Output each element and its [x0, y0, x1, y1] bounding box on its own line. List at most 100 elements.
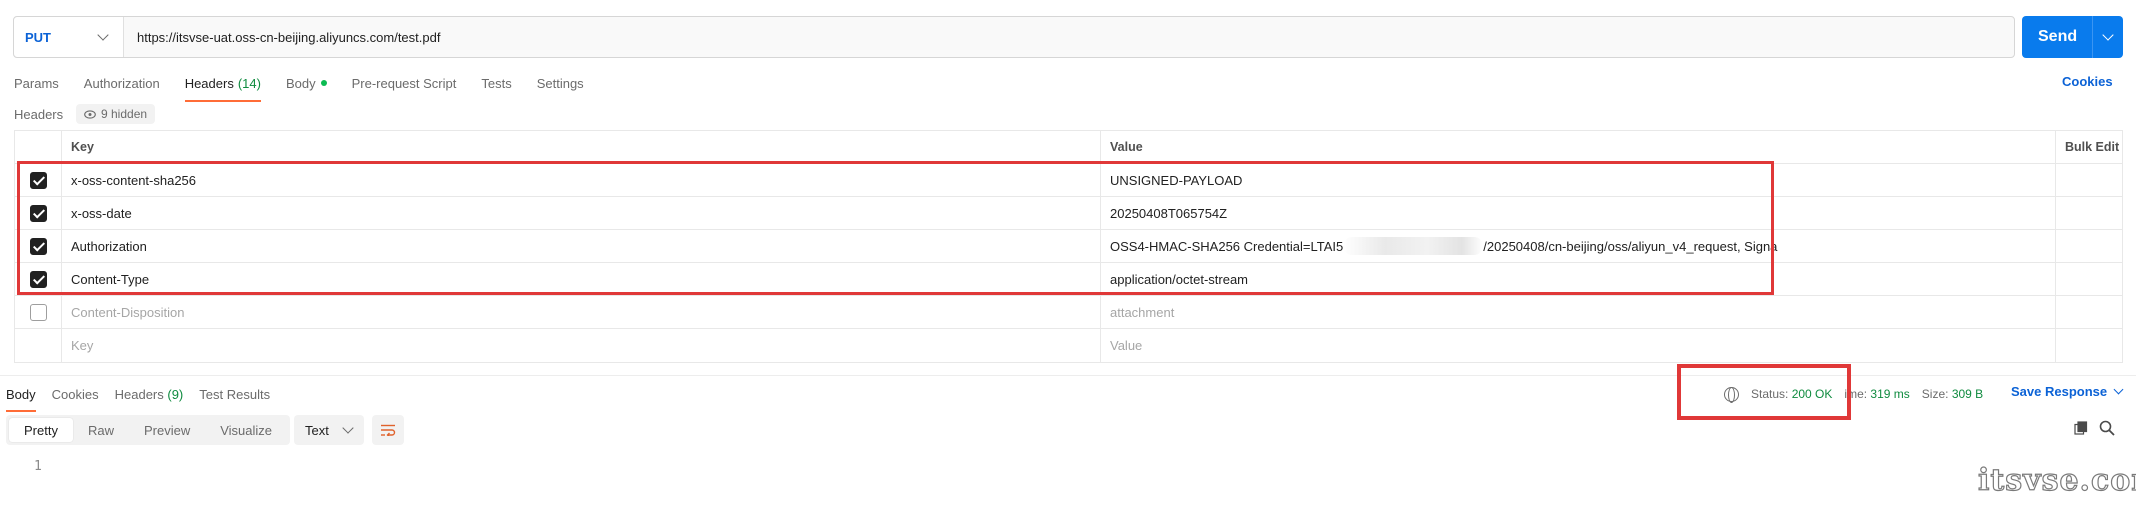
- size-label: Size:: [1921, 387, 1949, 401]
- row-extra-cell: [2056, 197, 2122, 229]
- row-extra-cell: [2056, 329, 2122, 362]
- header-key-field[interactable]: Authorization: [62, 230, 1101, 262]
- header-value-field[interactable]: attachment: [1101, 296, 2056, 328]
- row-check-cell: [15, 329, 62, 362]
- time-info[interactable]: ime: 319 ms: [1844, 387, 1909, 401]
- table-row: Content-Type application/octet-stream: [15, 263, 2122, 296]
- header-key-field[interactable]: Content-Disposition: [62, 296, 1101, 328]
- format-label: Text: [305, 422, 329, 438]
- row-check-cell: [15, 230, 62, 262]
- save-response-label: Save Response: [2011, 384, 2108, 399]
- table-row: x-oss-date 20250408T065754Z: [15, 197, 2122, 230]
- header-checkbox[interactable]: [29, 204, 47, 222]
- chevron-down-icon: [2113, 384, 2124, 395]
- new-key-input[interactable]: Key: [62, 329, 1101, 362]
- chevron-down-icon: [342, 422, 354, 434]
- resp-tab-headers-count: (9): [167, 386, 184, 402]
- header-checkbox[interactable]: [29, 270, 47, 288]
- tab-headers-label: Headers: [184, 75, 234, 91]
- eye-icon: [84, 109, 96, 119]
- tab-authorization[interactable]: Authorization: [84, 72, 160, 94]
- row-extra-cell: [2056, 164, 2122, 196]
- row-check-cell: [15, 263, 62, 295]
- response-status-bar: Status: 200 OK ime: 319 ms Size: 309 B: [1724, 383, 1983, 405]
- format-select[interactable]: Text: [294, 415, 364, 445]
- save-response-button[interactable]: Save Response: [2011, 384, 2124, 399]
- tab-tests[interactable]: Tests: [481, 72, 511, 94]
- bulk-edit-button[interactable]: Bulk Edit: [2056, 131, 2122, 163]
- header-value-field[interactable]: OSS4-HMAC-SHA256 Credential=LTAI5/202504…: [1101, 230, 2056, 262]
- watermark: itsvse.com: [1977, 462, 2136, 498]
- column-header-value: Value: [1101, 131, 2056, 163]
- resp-tab-test-results[interactable]: Test Results: [199, 383, 270, 405]
- row-check-cell: [15, 164, 62, 196]
- send-options-button[interactable]: [2093, 29, 2123, 41]
- header-checkbox[interactable]: [29, 237, 47, 255]
- tab-body[interactable]: Body: [286, 72, 327, 94]
- view-visualize[interactable]: Visualize: [205, 418, 287, 442]
- hidden-headers-toggle[interactable]: 9 hidden: [76, 104, 156, 124]
- copy-icon[interactable]: [2074, 421, 2088, 435]
- request-tabs: Params Authorization Headers (14) Body P…: [14, 72, 584, 102]
- tab-headers[interactable]: Headers (14): [184, 72, 262, 102]
- table-row-new: Key Value: [15, 329, 2122, 362]
- header-check-cell: [15, 131, 62, 163]
- tab-settings[interactable]: Settings: [537, 72, 584, 94]
- method-label: PUT: [25, 29, 51, 45]
- send-label: Send: [2038, 28, 2078, 45]
- hidden-headers-label: 9 hidden: [101, 107, 148, 121]
- tab-headers-count: (14): [237, 75, 261, 91]
- method-select[interactable]: PUT: [14, 17, 124, 57]
- time-label: ime:: [1844, 387, 1868, 401]
- time-value: 319 ms: [1870, 387, 1910, 401]
- header-key-field[interactable]: x-oss-date: [62, 197, 1101, 229]
- headers-table: Key Value Bulk Edit x-oss-content-sha256…: [14, 130, 2123, 363]
- globe-icon[interactable]: [1724, 386, 1739, 403]
- status-value: 200 OK: [1791, 387, 1833, 401]
- wrap-lines-button[interactable]: [372, 415, 404, 445]
- tab-body-label: Body: [285, 75, 316, 91]
- header-checkbox[interactable]: [29, 303, 47, 321]
- table-header-row: Key Value Bulk Edit: [15, 131, 2122, 164]
- header-checkbox[interactable]: [29, 171, 47, 189]
- column-header-key: Key: [62, 131, 1101, 163]
- line-number: 1: [34, 459, 42, 474]
- resp-tab-headers[interactable]: Headers (9): [115, 383, 184, 405]
- tab-prerequest-script[interactable]: Pre-request Script: [352, 72, 457, 94]
- search-icon[interactable]: [2099, 420, 2115, 436]
- wrap-lines-icon: [381, 424, 396, 436]
- new-value-input[interactable]: Value: [1101, 329, 2056, 362]
- header-value-field[interactable]: 20250408T065754Z: [1101, 197, 2056, 229]
- view-raw[interactable]: Raw: [73, 418, 129, 442]
- row-extra-cell: [2056, 230, 2122, 262]
- resp-tab-cookies[interactable]: Cookies: [52, 383, 99, 405]
- header-key-field[interactable]: Content-Type: [62, 263, 1101, 295]
- view-preview[interactable]: Preview: [129, 418, 205, 442]
- row-extra-cell: [2056, 263, 2122, 295]
- size-info[interactable]: Size: 309 B: [1922, 387, 1983, 401]
- size-value: 309 B: [1951, 387, 1984, 401]
- header-value-field[interactable]: UNSIGNED-PAYLOAD: [1101, 164, 2056, 196]
- cookies-link[interactable]: Cookies: [2062, 74, 2113, 89]
- chevron-down-icon: [97, 29, 109, 41]
- table-row: x-oss-content-sha256 UNSIGNED-PAYLOAD: [15, 164, 2122, 197]
- header-key-field[interactable]: x-oss-content-sha256: [62, 164, 1101, 196]
- active-dot-icon: [320, 80, 327, 86]
- status-info[interactable]: Status: 200 OK: [1751, 387, 1832, 401]
- status-label: Status:: [1751, 387, 1789, 401]
- tab-params[interactable]: Params: [14, 72, 59, 94]
- resp-tab-body[interactable]: Body: [6, 383, 36, 412]
- row-extra-cell: [2056, 296, 2122, 328]
- header-value-field[interactable]: application/octet-stream: [1101, 263, 2056, 295]
- auth-value-suffix: /20250408/cn-beijing/oss/aliyun_v4_reque…: [1483, 238, 1778, 254]
- redacted-blur: [1343, 237, 1484, 255]
- request-url-bar: PUT https://itsvse-uat.oss-cn-beijing.al…: [13, 16, 2015, 58]
- send-button[interactable]: Send: [2022, 16, 2123, 58]
- auth-value-prefix: OSS4-HMAC-SHA256 Credential=LTAI5: [1110, 238, 1344, 254]
- table-row: Content-Disposition attachment: [15, 296, 2122, 329]
- url-input[interactable]: https://itsvse-uat.oss-cn-beijing.aliyun…: [124, 30, 440, 45]
- resp-tab-headers-label: Headers: [114, 386, 164, 402]
- row-check-cell: [15, 197, 62, 229]
- response-tabs: Body Cookies Headers (9) Test Results: [6, 383, 270, 412]
- view-pretty[interactable]: Pretty: [9, 418, 73, 442]
